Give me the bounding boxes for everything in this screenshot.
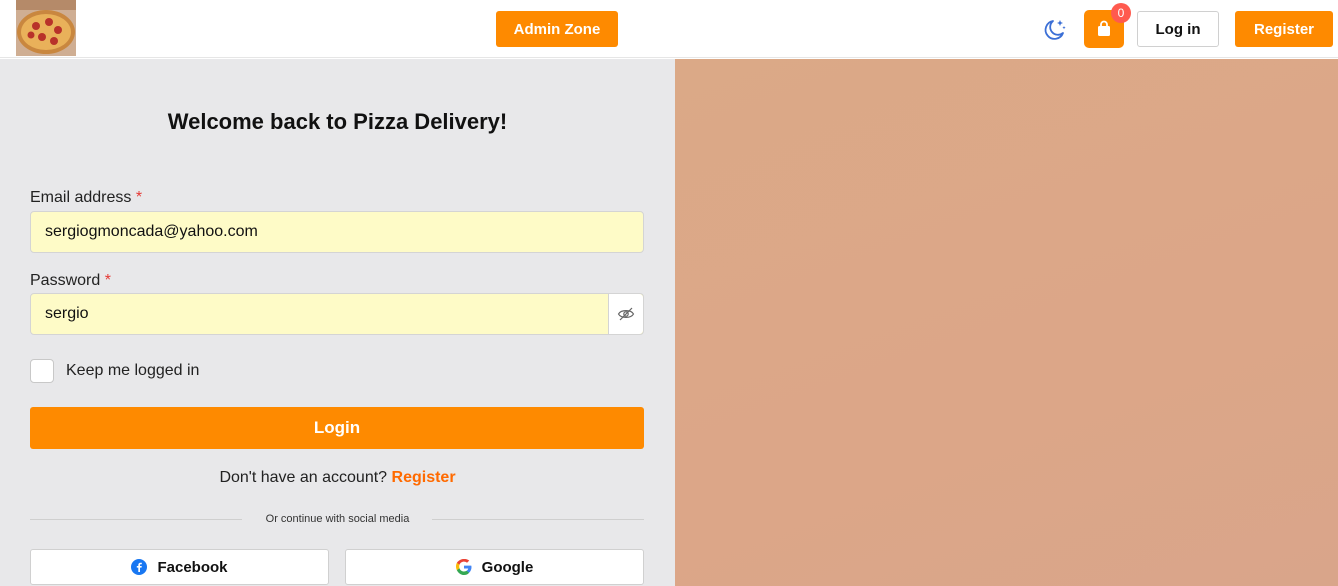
- email-label-text: Email address: [30, 189, 132, 206]
- pizza-logo[interactable]: [16, 0, 76, 56]
- shopping-bag-icon: [1098, 20, 1110, 36]
- no-account-text: Don't have an account? Register: [0, 469, 675, 487]
- password-value: sergio: [45, 305, 89, 322]
- password-label-text: Password: [30, 272, 101, 289]
- password-field[interactable]: sergio: [30, 293, 644, 335]
- required-mark: *: [104, 272, 111, 289]
- keep-logged-checkbox[interactable]: [30, 359, 54, 383]
- no-account-prompt: Don't have an account?: [219, 469, 388, 486]
- admin-zone-button[interactable]: Admin Zone: [496, 11, 618, 47]
- email-field[interactable]: sergiogmoncada@yahoo.com: [30, 211, 644, 253]
- required-mark: *: [135, 189, 143, 206]
- facebook-label: Facebook: [157, 558, 228, 576]
- keep-logged-label: Keep me logged in: [66, 362, 200, 379]
- register-link[interactable]: Register: [392, 469, 456, 486]
- google-label: Google: [481, 558, 534, 576]
- top-navbar: Admin Zone 0 Log in Register: [0, 0, 1338, 58]
- cart-count-badge: 0: [1111, 3, 1131, 23]
- moon-stars-icon[interactable]: [1041, 17, 1067, 43]
- email-value: sergiogmoncada@yahoo.com: [45, 223, 258, 240]
- toggle-password-button[interactable]: [608, 294, 643, 334]
- eye-off-icon: [617, 307, 635, 321]
- password-label: Password *: [30, 272, 111, 290]
- login-nav-button[interactable]: Log in: [1137, 11, 1219, 47]
- hero-image-panel: [675, 59, 1338, 586]
- login-form-panel: Welcome back to Pizza Delivery! Email ad…: [0, 59, 675, 586]
- login-submit-button[interactable]: Login: [30, 407, 644, 449]
- page-title: Welcome back to Pizza Delivery!: [167, 109, 508, 134]
- facebook-icon: [131, 559, 148, 575]
- google-icon: [455, 559, 472, 575]
- social-divider-text: Or continue with social media: [265, 513, 410, 525]
- register-nav-button[interactable]: Register: [1235, 11, 1333, 47]
- facebook-login-button[interactable]: Facebook: [30, 549, 329, 585]
- google-login-button[interactable]: Google: [345, 549, 644, 585]
- email-label: Email address *: [30, 189, 142, 207]
